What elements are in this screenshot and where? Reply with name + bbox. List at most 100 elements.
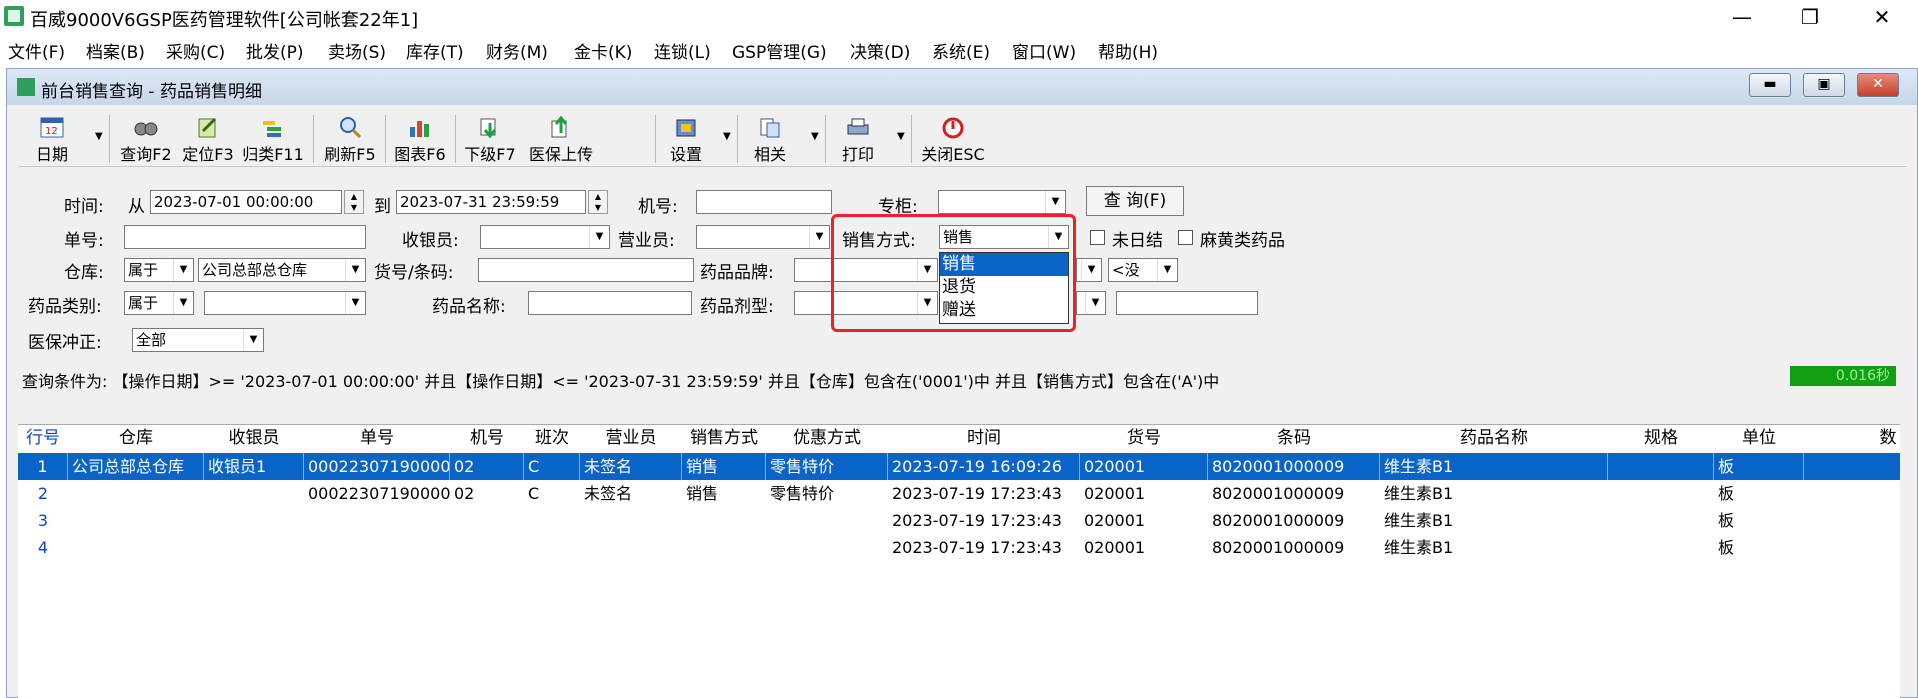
category-operator-select[interactable]: 属于 ▼ — [124, 291, 194, 315]
cell-item-no[interactable]: 020001 — [1080, 480, 1208, 507]
cell-barcode[interactable]: 8020001000009 — [1208, 534, 1380, 561]
close-esc-button[interactable]: 关闭ESC — [919, 111, 987, 167]
cell-unit[interactable]: 板 — [1714, 534, 1804, 561]
cell-item-no[interactable]: 020001 — [1080, 534, 1208, 561]
menu-gsp[interactable]: GSP管理(G) — [732, 38, 827, 63]
child-maximize-button[interactable]: ▣ — [1803, 73, 1845, 97]
col-header-barcode[interactable]: 条码 — [1208, 425, 1380, 451]
sales-mode-option-gift[interactable]: 赠送 — [940, 299, 1068, 322]
from-time-spinner[interactable]: ▲ ▼ — [344, 190, 364, 214]
chart-button[interactable]: 图表F6 — [391, 111, 449, 167]
warehouse-dropdown-arrow[interactable]: ▼ — [345, 259, 365, 281]
print-button[interactable]: 打印 — [833, 111, 883, 167]
cell-discount-mode[interactable] — [766, 534, 888, 561]
sales-mode-option-return[interactable]: 退货 — [940, 276, 1068, 299]
restore-button[interactable]: ❐ — [1792, 4, 1828, 30]
warehouse-operator-select[interactable]: 属于 ▼ — [124, 258, 194, 282]
cell-sales-mode[interactable] — [682, 534, 766, 561]
table-row[interactable]: 3 2023-07-19 17:23:43 020001 8020001000009 维… — [18, 507, 1900, 534]
cell-shift[interactable]: C — [524, 480, 580, 507]
cell-spec[interactable] — [1608, 534, 1714, 561]
cashier-dropdown-arrow[interactable]: ▼ — [589, 226, 609, 248]
cell-drug-name[interactable]: 维生素B1 — [1380, 507, 1608, 534]
col-header-clerk[interactable]: 营业员 — [580, 425, 682, 451]
col-header-qty[interactable]: 数 — [1876, 425, 1900, 451]
menu-window[interactable]: 窗口(W) — [1012, 38, 1076, 63]
cell-cashier[interactable]: 收银员1 — [204, 453, 304, 480]
cell-sales-mode[interactable]: 销售 — [682, 480, 766, 507]
category-operator-arrow[interactable]: ▼ — [173, 292, 193, 314]
cell-sales-mode[interactable] — [682, 507, 766, 534]
cell-time[interactable]: 2023-07-19 17:23:43 — [888, 507, 1080, 534]
cell-shift[interactable] — [524, 507, 580, 534]
category-dropdown-arrow[interactable]: ▼ — [345, 292, 365, 314]
from-time-input[interactable]: 2023-07-01 00:00:00 — [150, 190, 342, 214]
item-code-input[interactable] — [478, 258, 694, 282]
cell-unit[interactable]: 板 — [1714, 453, 1804, 480]
cell-drug-name[interactable]: 维生素B1 — [1380, 480, 1608, 507]
machine-input[interactable] — [696, 190, 832, 214]
cell-machine[interactable]: 02 — [450, 480, 524, 507]
cell-drug-name[interactable]: 维生素B1 — [1380, 534, 1608, 561]
cell-clerk[interactable] — [580, 534, 682, 561]
related-dropdown-arrow[interactable]: ▼ — [811, 131, 819, 142]
warehouse-select[interactable]: 公司总部总仓库 ▼ — [198, 258, 366, 282]
date-dropdown-arrow[interactable]: ▼ — [95, 131, 103, 142]
col-header-spec[interactable]: 规格 — [1608, 425, 1714, 451]
partial-select[interactable]: <没 ▼ — [1108, 258, 1178, 282]
cell-clerk[interactable] — [580, 507, 682, 534]
cell-shift[interactable]: C — [524, 453, 580, 480]
col-header-item-no[interactable]: 货号 — [1080, 425, 1208, 451]
cell-time[interactable]: 2023-07-19 17:23:43 — [888, 534, 1080, 561]
menu-archive[interactable]: 档案(B) — [86, 38, 145, 63]
drug-name-input[interactable] — [528, 291, 692, 315]
cell-order-no[interactable] — [304, 534, 450, 561]
close-button[interactable]: ✕ — [1864, 4, 1900, 30]
col-header-sales-mode[interactable]: 销售方式 — [682, 425, 766, 451]
cell-warehouse[interactable] — [68, 480, 204, 507]
cell-item-no[interactable]: 020001 — [1080, 453, 1208, 480]
cell-clerk[interactable]: 未签名 — [580, 480, 682, 507]
col-header-discount-mode[interactable]: 优惠方式 — [766, 425, 888, 451]
cell-discount-mode[interactable]: 零售特价 — [766, 453, 888, 480]
child-minimize-button[interactable]: ▬ — [1749, 73, 1791, 97]
col-header-cashier[interactable]: 收银员 — [204, 425, 304, 451]
cell-item-no[interactable]: 020001 — [1080, 507, 1208, 534]
related-button[interactable]: 相关 — [745, 111, 795, 167]
cell-unit[interactable]: 板 — [1714, 507, 1804, 534]
unsettled-checkbox[interactable] — [1090, 230, 1105, 245]
cell-warehouse[interactable] — [68, 507, 204, 534]
table-row[interactable]: 1 公司总部总仓库 收银员1 000223071900001 02 C 未签名 销售 零售特价 2… — [18, 453, 1900, 480]
clerk-select[interactable]: ▼ — [696, 225, 830, 249]
menu-wholesale[interactable]: 批发(P) — [246, 38, 304, 63]
date-button[interactable]: 12 日期 — [27, 111, 77, 167]
menu-system[interactable]: 系统(E) — [932, 38, 990, 63]
cell-discount-mode[interactable] — [766, 507, 888, 534]
partial-dropdown-arrow[interactable]: ▼ — [1157, 259, 1177, 281]
settings-button[interactable]: 设置 — [661, 111, 711, 167]
med-correction-dropdown-arrow[interactable]: ▼ — [243, 329, 263, 351]
cell-order-no[interactable]: 000223071900001 — [304, 453, 450, 480]
ephedrine-checkbox[interactable] — [1178, 230, 1193, 245]
cell-spec[interactable] — [1608, 480, 1714, 507]
extra-input[interactable] — [1116, 291, 1258, 315]
minimize-button[interactable]: — — [1724, 4, 1760, 30]
menu-chain[interactable]: 连锁(L) — [654, 38, 711, 63]
counter-dropdown-arrow[interactable]: ▼ — [1045, 191, 1065, 213]
cell-discount-mode[interactable]: 零售特价 — [766, 480, 888, 507]
menu-store[interactable]: 卖场(S) — [328, 38, 386, 63]
col-header-unit[interactable]: 单位 — [1714, 425, 1804, 451]
cell-row-number[interactable]: 4 — [18, 534, 68, 561]
table-row[interactable]: 2 000223071900002 02 C 未签名 销售 零售特价 2023-07-19 1… — [18, 480, 1900, 507]
menu-finance[interactable]: 财务(M) — [486, 38, 548, 63]
cell-spec[interactable] — [1608, 453, 1714, 480]
print-dropdown-arrow[interactable]: ▼ — [897, 131, 905, 142]
to-time-input[interactable]: 2023-07-31 23:59:59 — [396, 190, 586, 214]
clerk-dropdown-arrow[interactable]: ▼ — [809, 226, 829, 248]
col-header-order-no[interactable]: 单号 — [304, 425, 450, 451]
cell-order-no[interactable]: 000223071900002 — [304, 480, 450, 507]
cell-unit[interactable]: 板 — [1714, 480, 1804, 507]
warehouse-operator-arrow[interactable]: ▼ — [173, 259, 193, 281]
cell-sales-mode[interactable]: 销售 — [682, 453, 766, 480]
cell-time[interactable]: 2023-07-19 16:09:26 — [888, 453, 1080, 480]
